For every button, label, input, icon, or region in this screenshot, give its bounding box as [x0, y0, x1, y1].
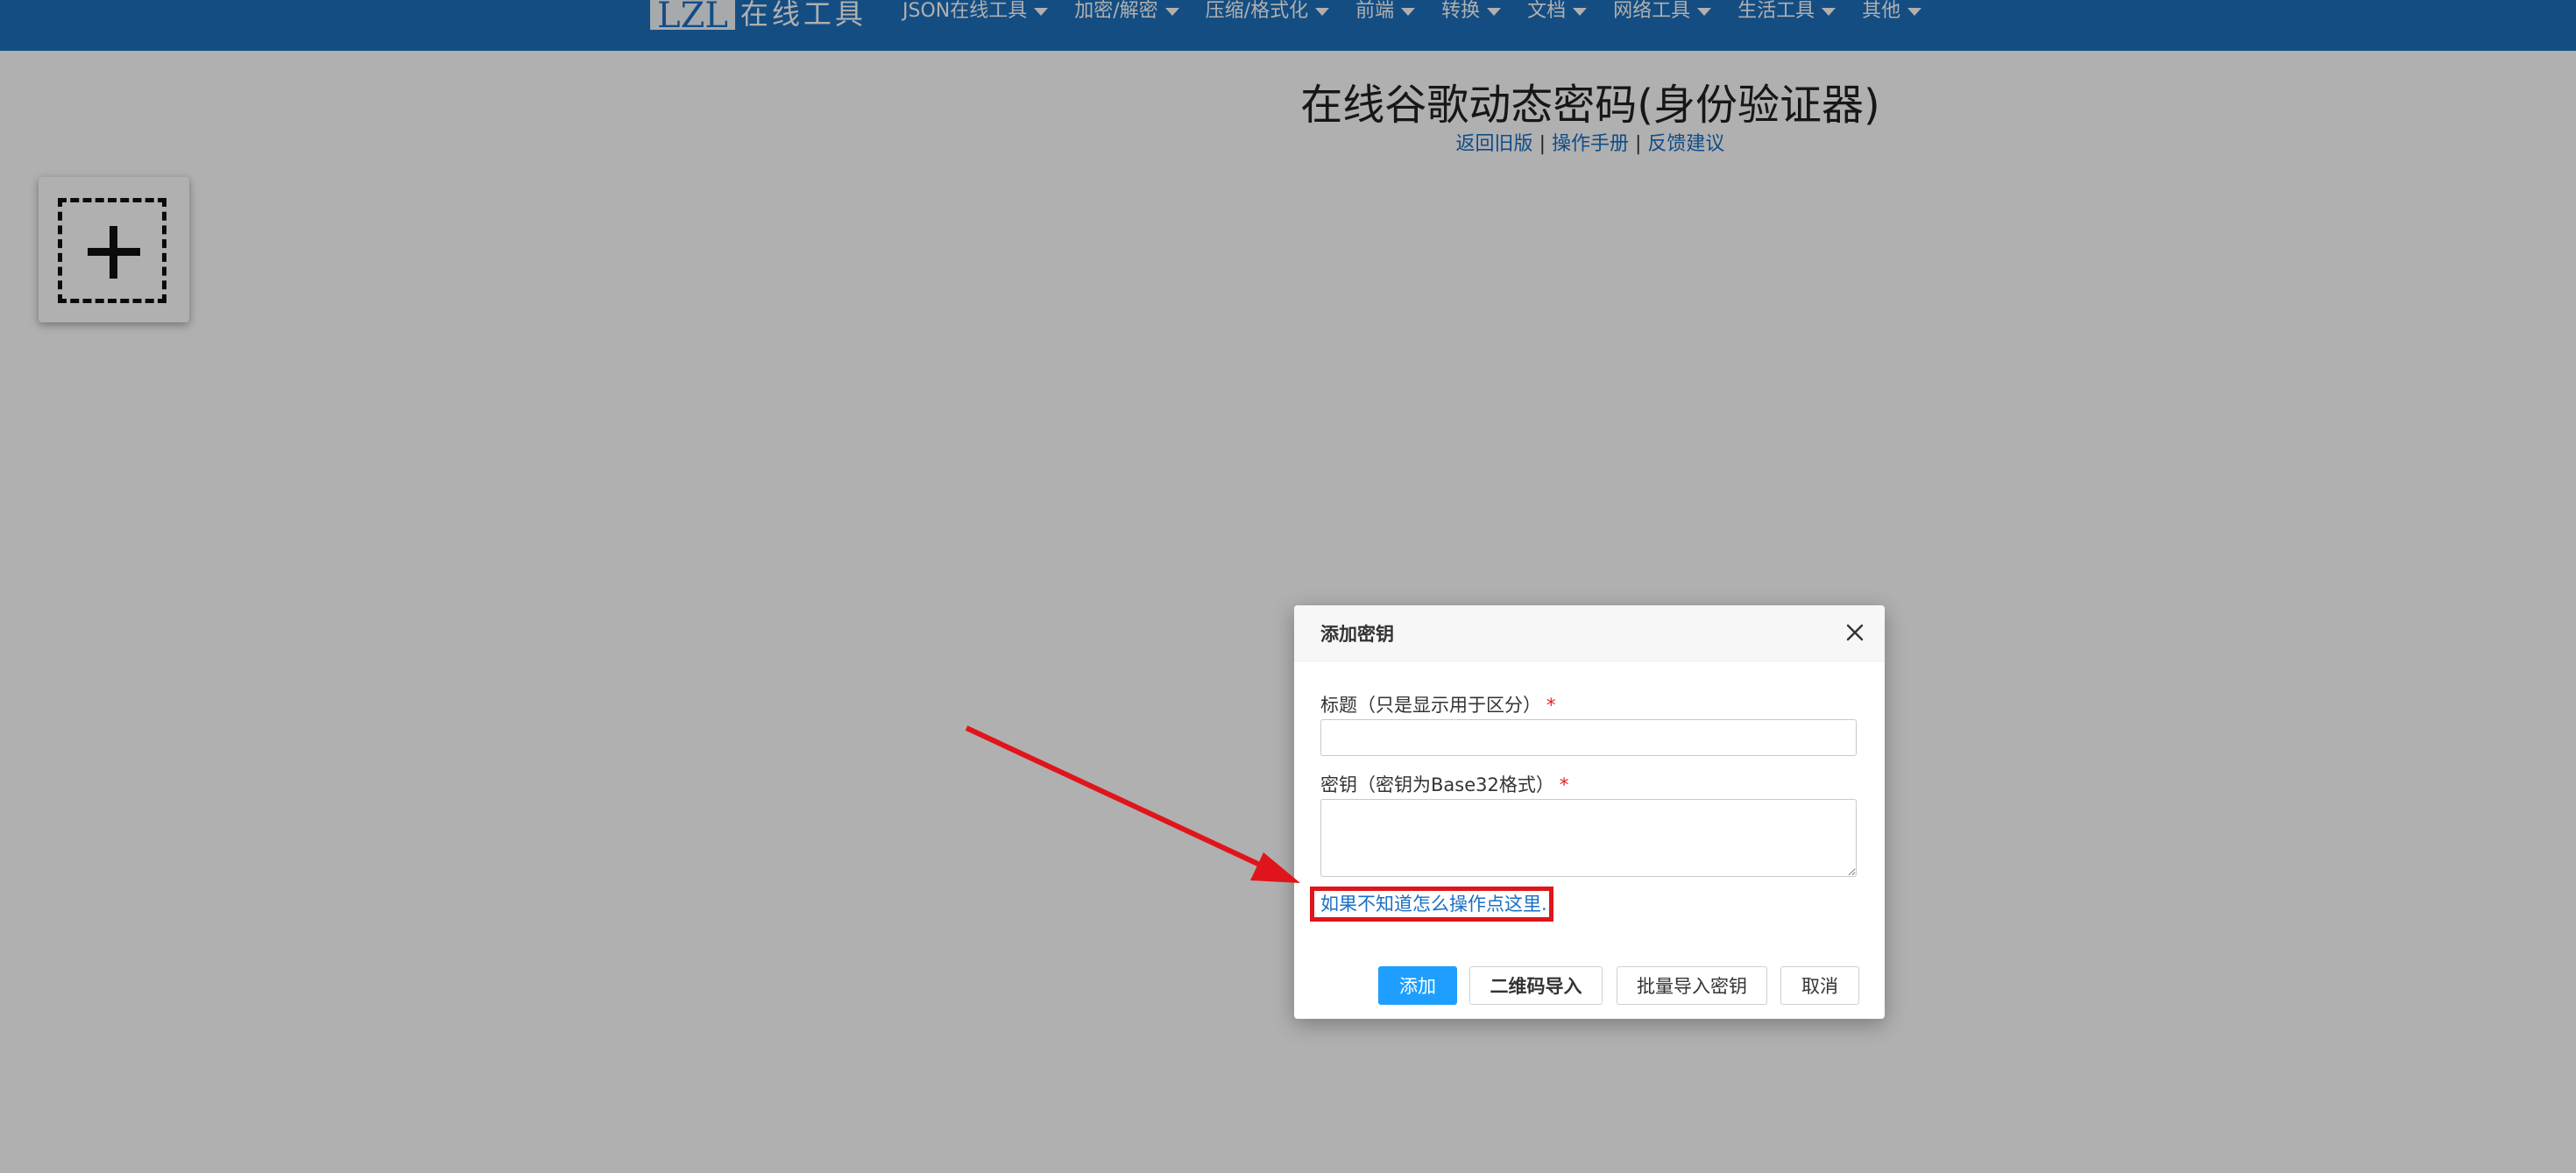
- title-input[interactable]: [1320, 719, 1857, 756]
- qr-import-button[interactable]: 二维码导入: [1469, 966, 1603, 1005]
- close-icon[interactable]: [1844, 622, 1865, 643]
- navbar-overlay: [0, 0, 2576, 51]
- dialog-title: 添加密钥: [1320, 624, 1394, 645]
- required-mark: *: [1546, 695, 1556, 716]
- cancel-button[interactable]: 取消: [1780, 966, 1859, 1005]
- batch-import-button[interactable]: 批量导入密钥: [1617, 966, 1767, 1005]
- title-field-label: 标题（只是显示用于区分） *: [1320, 691, 1556, 717]
- dialog-header: 添加密钥: [1294, 605, 1885, 661]
- secret-field-label: 密钥（密钥为Base32格式） *: [1320, 771, 1568, 797]
- secret-label-text: 密钥（密钥为Base32格式）: [1320, 774, 1554, 795]
- modal-overlay[interactable]: [0, 51, 2576, 1173]
- add-key-dialog: 添加密钥 标题（只是显示用于区分） * 密钥（密钥为Base32格式） * 如果不知…: [1294, 605, 1885, 1019]
- required-mark: *: [1559, 774, 1569, 795]
- help-link[interactable]: 如果不知道怎么操作点这里...: [1310, 887, 1553, 922]
- title-label-text: 标题（只是显示用于区分）: [1320, 695, 1541, 716]
- add-button[interactable]: 添加: [1378, 966, 1457, 1005]
- secret-textarea[interactable]: [1320, 799, 1857, 877]
